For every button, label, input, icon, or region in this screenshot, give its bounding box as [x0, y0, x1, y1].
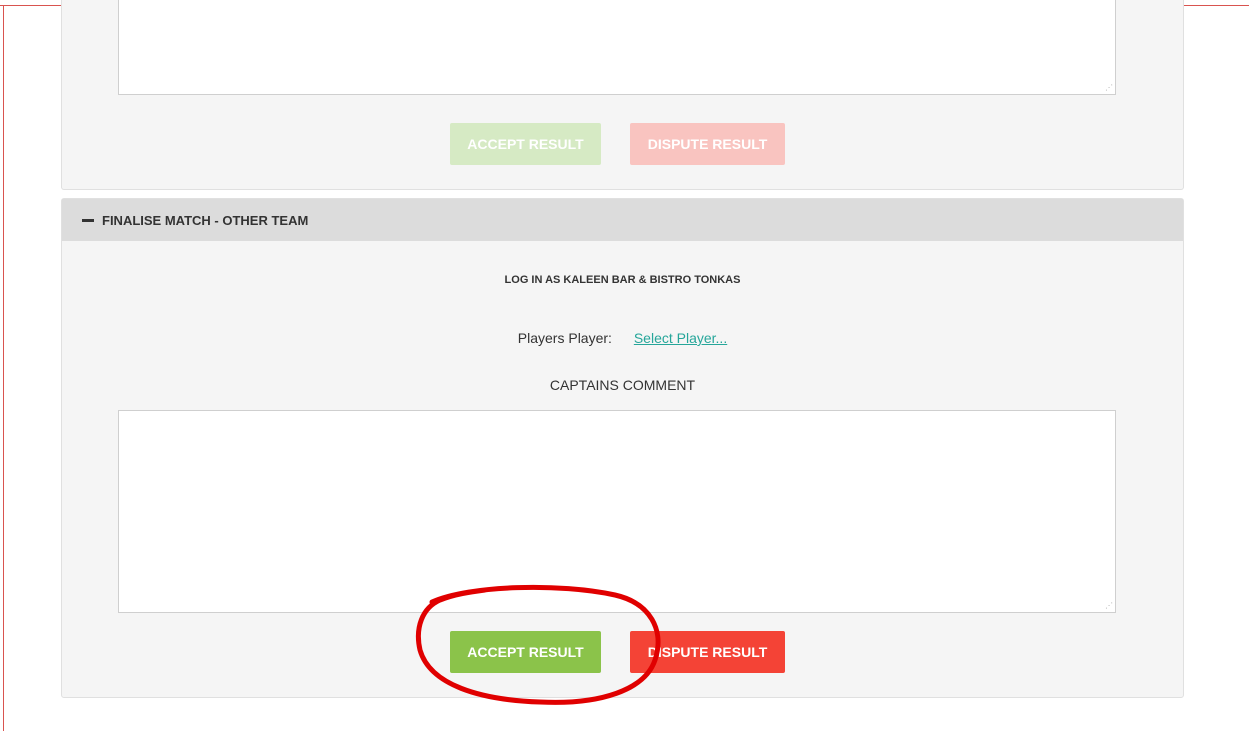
accept-result-button[interactable]: ACCEPT RESULT: [450, 631, 601, 673]
previous-captains-comment-textarea[interactable]: [118, 0, 1116, 95]
login-as-text: LOG IN AS KALEEN BAR & BISTRO TONKAS: [504, 274, 741, 286]
players-player-row: Players Player: Select Player...: [62, 330, 1183, 346]
previous-dispute-result-button[interactable]: DISPUTE RESULT: [630, 123, 785, 165]
select-player-link[interactable]: Select Player...: [634, 330, 727, 346]
finalise-panel-header[interactable]: FINALISE MATCH - OTHER TEAM: [62, 199, 1183, 241]
players-player-label: Players Player:: [517, 330, 612, 346]
captains-comment-label: CAPTAINS COMMENT: [549, 377, 696, 393]
captains-comment-textarea[interactable]: [118, 410, 1116, 613]
minus-icon: [82, 218, 94, 222]
dispute-result-button[interactable]: DISPUTE RESULT: [630, 631, 785, 673]
screenshot-frame-left: [3, 5, 4, 731]
previous-accept-result-button[interactable]: ACCEPT RESULT: [450, 123, 601, 165]
previous-finalise-panel: ⋰ ACCEPT RESULT DISPUTE RESULT: [61, 0, 1184, 190]
panel-title: FINALISE MATCH - OTHER TEAM: [102, 212, 309, 228]
finalise-match-other-team-panel: FINALISE MATCH - OTHER TEAM LOG IN AS KA…: [61, 198, 1184, 698]
